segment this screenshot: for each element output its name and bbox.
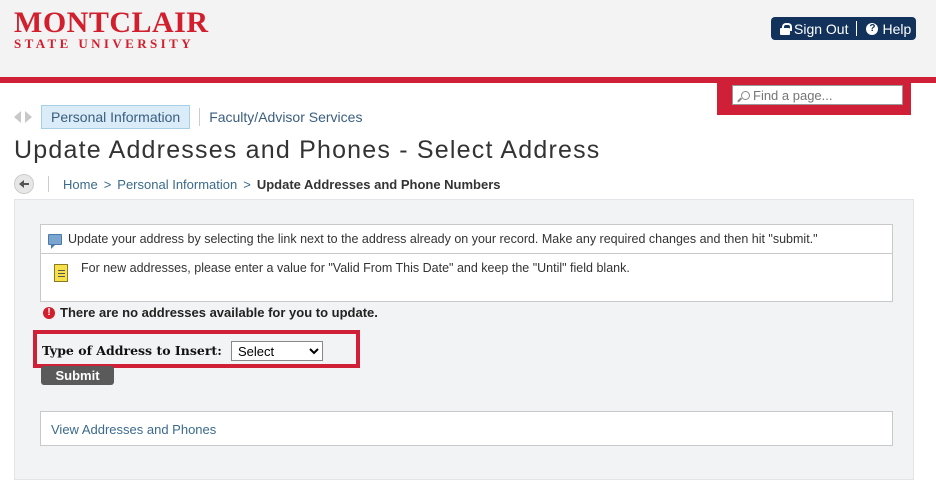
address-type-label: Type of Address to Insert: xyxy=(42,343,222,358)
breadcrumb-divider xyxy=(48,176,49,192)
main-tabs: Personal Information Faculty/Advisor Ser… xyxy=(14,105,362,129)
breadcrumb-personal-information[interactable]: Personal Information xyxy=(117,177,237,192)
address-type-select[interactable]: Select xyxy=(231,341,323,361)
back-arrow-icon[interactable] xyxy=(14,174,34,194)
info-message: Update your address by selecting the lin… xyxy=(40,224,893,254)
breadcrumb-separator: > xyxy=(243,176,251,192)
breadcrumb-home[interactable]: Home xyxy=(63,177,98,192)
speech-bubble-icon xyxy=(48,233,62,249)
sign-out-label: Sign Out xyxy=(794,20,849,37)
logo-main-text: MONTCLAIR xyxy=(14,6,209,39)
content-panel: Update your address by selecting the lin… xyxy=(14,199,914,480)
search-icon xyxy=(741,90,750,100)
error-icon: ! xyxy=(43,306,55,319)
tab-divider xyxy=(199,108,201,126)
university-logo[interactable]: MONTCLAIR STATE UNIVERSITY xyxy=(14,8,209,51)
help-label: Help xyxy=(882,20,912,37)
breadcrumb-current: Update Addresses and Phone Numbers xyxy=(256,176,501,192)
lock-icon xyxy=(780,22,792,35)
search-input[interactable] xyxy=(753,87,893,103)
help-icon: ? xyxy=(866,22,879,35)
error-message: ! There are no addresses available for y… xyxy=(43,305,378,320)
breadcrumb-separator: > xyxy=(103,176,112,192)
submit-button[interactable]: Submit xyxy=(41,366,114,385)
info-text: Update your address by selecting the lin… xyxy=(68,232,818,246)
tab-scroll-left-icon[interactable] xyxy=(14,111,21,123)
notepad-icon xyxy=(54,264,68,282)
error-text: There are no addresses available for you… xyxy=(60,305,378,320)
help-button[interactable]: ? Help xyxy=(857,21,911,37)
page-title: Update Addresses and Phones - Select Add… xyxy=(14,136,601,164)
address-type-highlight: Type of Address to Insert: Select xyxy=(33,330,360,368)
tab-personal-information[interactable]: Personal Information xyxy=(41,105,191,129)
tab-scroll-right-icon[interactable] xyxy=(25,111,32,123)
tab-faculty-advisor-services[interactable]: Faculty/Advisor Services xyxy=(209,109,362,125)
site-header: MONTCLAIR STATE UNIVERSITY Sign Out ? He… xyxy=(0,0,936,77)
logo-sub-text: STATE UNIVERSITY xyxy=(14,36,194,51)
note-text: For new addresses, please enter a value … xyxy=(81,261,630,275)
view-addresses-box: View Addresses and Phones xyxy=(40,411,893,446)
sign-out-button[interactable]: Sign Out xyxy=(771,21,848,37)
search-box[interactable] xyxy=(732,85,903,105)
auth-toolbar: Sign Out ? Help xyxy=(771,17,916,40)
view-addresses-link[interactable]: View Addresses and Phones xyxy=(51,422,216,437)
note-message: For new addresses, please enter a value … xyxy=(40,254,893,302)
search-highlight xyxy=(717,80,911,115)
breadcrumb: Home > Personal Information > Update Add… xyxy=(14,174,501,194)
